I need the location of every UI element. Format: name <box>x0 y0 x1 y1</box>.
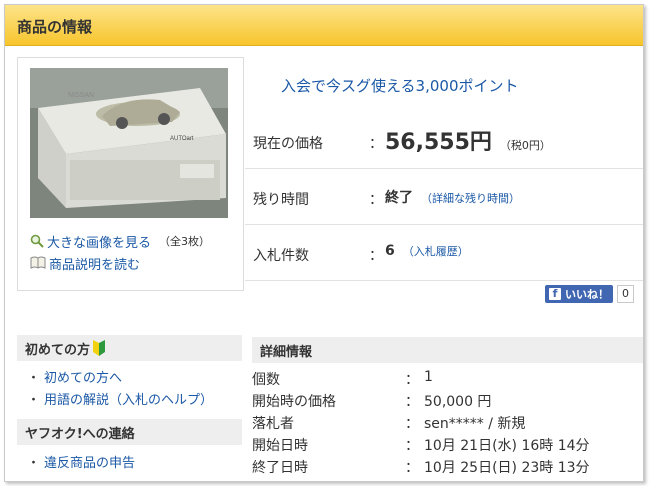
section-title: 商品の情報 <box>17 18 93 36</box>
current-price-label: 現在の価格 <box>253 136 323 152</box>
detail-row-start-time: 開始日時 ： 10月 21日(水) 16時 14分 <box>252 433 643 455</box>
bid-count-number: 6 <box>385 243 395 259</box>
colon: ： <box>369 192 383 208</box>
read-description-label[interactable]: 商品説明を読む <box>49 254 140 273</box>
read-description-link[interactable]: 商品説明を読む <box>30 252 210 274</box>
bid-history-link[interactable]: （入札履歴） <box>403 245 469 258</box>
colon: ： <box>405 394 419 410</box>
section-header: 商品の情報 <box>5 5 643 46</box>
current-price-row: 現在の価格 ： 56,555円 （税0円） <box>245 113 643 169</box>
item-photo[interactable]: NISSAN AUTOart <box>30 68 228 218</box>
facebook-like-button[interactable]: f いいね！ <box>545 285 613 303</box>
like-count: 0 <box>617 285 634 303</box>
detail-value: 50,000 円 <box>424 394 492 410</box>
detail-label: 個数 <box>252 372 280 388</box>
detail-value: 1 <box>424 369 433 385</box>
magnifier-icon <box>30 234 44 248</box>
report-violation-label[interactable]: 違反商品の申告 <box>44 456 135 471</box>
colon: ： <box>369 136 383 152</box>
price-table: 現在の価格 ： 56,555円 （税0円） 残り時間 ： 終了 （詳細な残り時間） … <box>245 113 643 281</box>
glossary-label[interactable]: 用語の解説（入札のヘルプ） <box>44 393 213 408</box>
like-label: いいね！ <box>565 288 609 301</box>
beginner-mark-icon <box>93 340 106 356</box>
bullet: ・ <box>27 371 41 386</box>
beginner-title: 初めての方 <box>25 342 91 358</box>
detail-value: 10月 25日(日) 23時 13分 <box>424 460 590 476</box>
box-logo-text: AUTOart <box>170 136 194 142</box>
time-left-label: 残り時間 <box>253 192 309 208</box>
beginner-guide-label[interactable]: 初めての方へ <box>44 371 122 386</box>
tax-note: （税0円） <box>499 139 551 152</box>
detail-title: 詳細情報 <box>260 344 313 360</box>
detail-value: sen***** / 新規 <box>424 416 526 432</box>
detail-label: 落札者 <box>252 416 294 432</box>
detail-row-start-price: 開始時の価格 ： 50,000 円 <box>252 389 643 411</box>
view-large-image-label[interactable]: 大きな画像を見る <box>47 232 151 251</box>
view-large-image-link[interactable]: 大きな画像を見る （全3枚） <box>30 230 210 252</box>
facebook-like: f いいね！ 0 <box>545 285 634 303</box>
colon: ： <box>369 248 383 264</box>
contact-header: ヤフオク!への連絡 <box>17 419 242 445</box>
facebook-icon: f <box>549 288 561 300</box>
item-info-panel: 商品の情報 NISSAN AUTOart 大きな画像を見る （全3枚） 商品説明… <box>4 4 644 482</box>
current-price-value: 56,555円 （税0円） <box>385 124 551 156</box>
price-amount: 56,555円 <box>385 130 492 155</box>
contact-title: ヤフオク!への連絡 <box>25 426 135 442</box>
glossary-link[interactable]: ・用語の解説（入札のヘルプ） <box>27 389 213 408</box>
colon: ： <box>405 416 419 432</box>
report-violation-link[interactable]: ・違反商品の申告 <box>27 452 135 471</box>
bid-count-value: 6 （入札履歴） <box>385 243 469 259</box>
detail-label: 開始日時 <box>252 438 308 454</box>
time-left-status: 終了 <box>385 190 413 206</box>
bid-count-row: 入札件数 ： 6 （入札履歴） <box>245 225 643 281</box>
photo-links: 大きな画像を見る （全3枚） 商品説明を読む <box>30 230 210 274</box>
time-left-row: 残り時間 ： 終了 （詳細な残り時間） <box>245 169 643 225</box>
detail-row-winner: 落札者 ： sen***** / 新規 <box>252 411 643 433</box>
bid-count-label: 入札件数 <box>253 248 309 264</box>
box-brand-text: NISSAN <box>68 92 94 99</box>
bullet: ・ <box>27 456 41 471</box>
beginner-header: 初めての方 <box>17 335 242 361</box>
colon: ： <box>405 460 419 476</box>
detail-header: 詳細情報 <box>252 337 643 363</box>
bullet: ・ <box>27 393 41 408</box>
item-image-box: NISSAN AUTOart 大きな画像を見る （全3枚） 商品説明を読む <box>17 57 244 291</box>
beginner-guide-link[interactable]: ・初めての方へ <box>27 367 122 386</box>
detail-label: 終了日時 <box>252 460 308 476</box>
time-detail-link[interactable]: （詳細な残り時間） <box>421 192 520 205</box>
detail-label: 開始時の価格 <box>252 394 336 410</box>
colon: ： <box>405 372 419 388</box>
colon: ： <box>405 438 419 454</box>
image-count-note: （全3枚） <box>159 235 211 248</box>
detail-row-quantity: 個数 ： 1 <box>252 367 643 389</box>
detail-row-end-time: 終了日時 ： 10月 25日(日) 23時 13分 <box>252 455 643 477</box>
points-promo-link[interactable]: 入会で今スグ使える3,000ポイント <box>281 75 519 96</box>
book-icon <box>30 256 46 269</box>
detail-value: 10月 21日(水) 16時 14分 <box>424 438 590 454</box>
time-left-value: 終了 （詳細な残り時間） <box>385 187 520 207</box>
